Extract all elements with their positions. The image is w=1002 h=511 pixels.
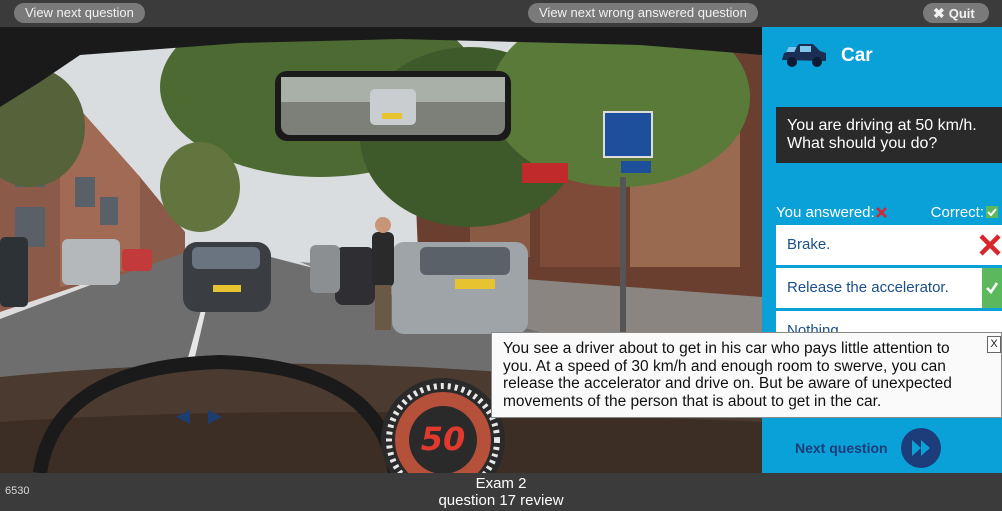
correct-legend: Correct:	[931, 204, 998, 221]
correct-label: Correct:	[930, 204, 984, 221]
check-icon	[986, 206, 998, 218]
you-answered-label: You answered:	[776, 204, 875, 221]
question-text: You are driving at 50 km/h. What should …	[776, 107, 1002, 163]
answer-legend: You answered: Correct:	[776, 204, 1002, 222]
exam-subtitle: question 17 review	[438, 492, 564, 509]
car-icon	[782, 44, 826, 67]
correct-answer-icon	[982, 268, 1002, 308]
app-root: View next question View next wrong answe…	[0, 0, 1002, 511]
footer-bar: 6530 Exam 2 question 17 review	[0, 473, 1002, 511]
explanation-text: You see a driver about to get in his car…	[503, 340, 952, 410]
quit-label: Quit	[948, 6, 975, 21]
close-popup-button[interactable]: X	[987, 336, 1001, 353]
wrong-icon	[875, 207, 887, 218]
exam-title: Exam 2	[475, 475, 527, 492]
category-title: Car	[841, 45, 873, 66]
view-next-wrong-question-button[interactable]: View next wrong answered question	[528, 3, 758, 23]
view-next-question-button[interactable]: View next question	[14, 3, 145, 23]
answer-option-label: Release the accelerator.	[787, 279, 949, 296]
category-header: Car	[762, 27, 1002, 85]
next-question-button[interactable]	[901, 428, 941, 468]
explanation-popup: You see a driver about to get in his car…	[491, 332, 1002, 418]
close-icon: ✖	[933, 5, 945, 21]
answer-option-release-accelerator[interactable]: Release the accelerator.	[776, 268, 1002, 308]
quit-button[interactable]: ✖ Quit	[923, 3, 989, 23]
fast-forward-icon	[912, 440, 930, 456]
speedometer-readout: 50	[420, 420, 466, 458]
top-toolbar: View next question View next wrong answe…	[0, 0, 1002, 27]
answer-option-label: Brake.	[787, 236, 831, 253]
next-question-link[interactable]: Next question	[795, 440, 888, 456]
wrong-answer-icon	[979, 234, 1001, 256]
you-answered-legend: You answered:	[776, 204, 887, 221]
answer-option-brake[interactable]: Brake.	[776, 225, 1002, 265]
exam-info: Exam 2 question 17 review	[0, 475, 1002, 509]
